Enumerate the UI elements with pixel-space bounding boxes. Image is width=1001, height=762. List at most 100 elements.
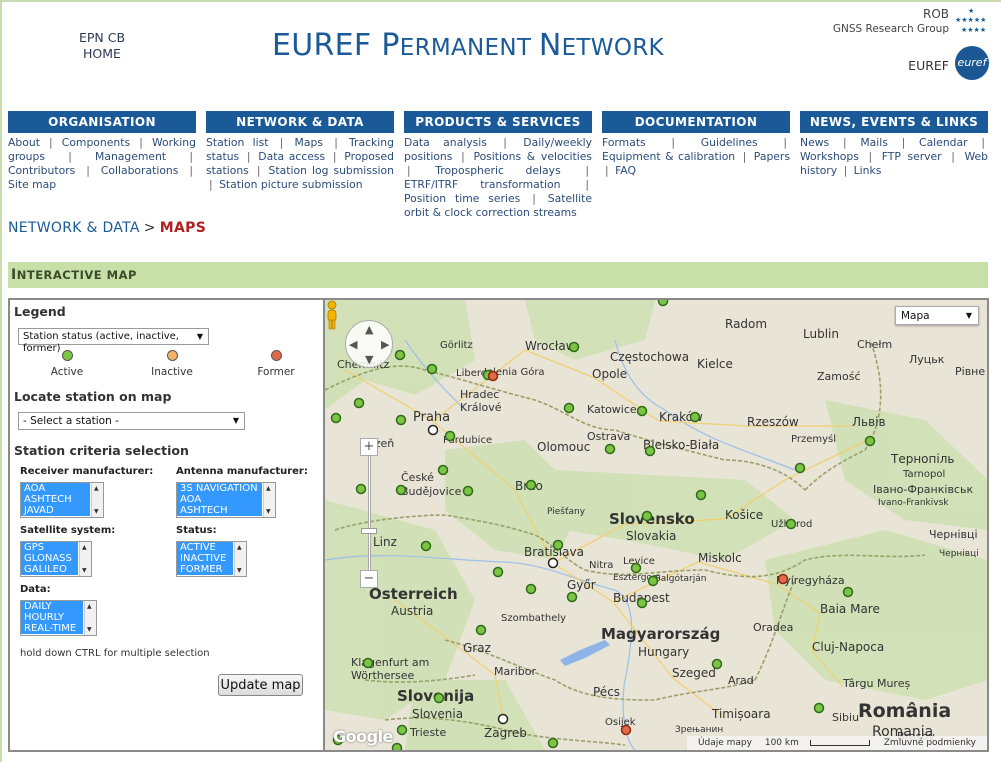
update-map-button[interactable]: Update map <box>218 674 303 696</box>
antenna-listbox[interactable]: 3S NAVIGATION AOA ASHTECH ▲ ▼ <box>176 482 276 518</box>
breadcrumb-parent[interactable]: NETWORK & DATA <box>8 220 140 236</box>
station-marker-active[interactable] <box>785 518 797 530</box>
listbox-option[interactable]: FORMER <box>177 564 233 575</box>
nav-link[interactable]: Positions & velocities <box>473 150 592 163</box>
station-marker-active[interactable] <box>355 483 367 495</box>
pan-up-icon[interactable]: ▲ <box>365 323 373 336</box>
nav-link[interactable]: Workshops <box>800 150 859 163</box>
scroll-up-icon[interactable]: ▲ <box>94 485 99 492</box>
listbox-option[interactable]: ASHTECH <box>177 505 262 516</box>
station-marker-active[interactable] <box>563 402 575 414</box>
scroll-up-icon[interactable]: ▲ <box>87 603 92 610</box>
nav-link[interactable]: FAQ <box>615 164 636 177</box>
legend-status-select[interactable]: Station status (active, inactive, former… <box>18 328 209 354</box>
google-logo[interactable]: Google <box>333 727 393 746</box>
station-marker-active[interactable] <box>641 510 653 522</box>
nav-link[interactable]: Calendar <box>919 136 968 149</box>
station-marker-active[interactable] <box>475 624 487 636</box>
listbox-option[interactable]: GALILEO <box>21 564 78 575</box>
station-marker-active[interactable] <box>420 540 432 552</box>
nav-link[interactable]: Data access <box>258 150 325 163</box>
city-marker[interactable] <box>427 424 439 436</box>
station-marker-former[interactable] <box>487 370 499 382</box>
map-canvas[interactable]: Radom Lublin Chełm Görlitz Wrocław Częstochow… <box>325 300 988 750</box>
listbox-scrollbar[interactable]: ▲ ▼ <box>91 483 103 517</box>
status-listbox[interactable]: ACTIVE INACTIVE FORMER ▲ ▼ <box>176 541 247 577</box>
station-marker-active[interactable] <box>391 742 403 751</box>
station-marker-active[interactable] <box>525 583 537 595</box>
nav-tab[interactable]: DOCUMENTATION <box>602 111 790 133</box>
euref-logo[interactable]: euref <box>955 46 989 80</box>
nav-link[interactable]: Mails <box>860 136 888 149</box>
nav-link[interactable]: Formats <box>602 136 646 149</box>
epn-cb-home-link[interactable]: EPN CB HOME <box>62 30 142 62</box>
pan-control[interactable]: ▲ ▼ ◀ ▶ <box>345 320 393 368</box>
listbox-option[interactable]: ASHTECH <box>21 494 90 505</box>
nav-link[interactable]: News <box>800 136 829 149</box>
nav-link[interactable]: Position time series <box>404 192 520 205</box>
station-marker-active[interactable] <box>437 464 449 476</box>
station-marker-active[interactable] <box>566 591 578 603</box>
rob-block[interactable]: ROB GNSS Research Group <box>833 7 949 37</box>
listbox-option[interactable]: GPS <box>21 542 78 553</box>
listbox-scrollbar[interactable]: ▲ ▼ <box>84 601 96 635</box>
station-marker-active[interactable] <box>568 341 580 353</box>
city-marker[interactable] <box>547 557 559 569</box>
pan-down-icon[interactable]: ▼ <box>365 353 373 366</box>
station-marker-active[interactable] <box>395 414 407 426</box>
city-marker[interactable] <box>497 713 509 725</box>
nav-link[interactable]: ETRF/ITRF transformation <box>404 178 560 191</box>
nav-tab[interactable]: NETWORK & DATA <box>206 111 394 133</box>
listbox-scrollbar[interactable]: ▲ ▼ <box>263 483 275 517</box>
station-marker-active[interactable] <box>462 485 474 497</box>
station-marker-active[interactable] <box>695 489 707 501</box>
gnss-group-label[interactable]: GNSS Research Group <box>833 22 949 37</box>
station-marker-active[interactable] <box>362 657 374 669</box>
listbox-scrollbar[interactable]: ▲ ▼ <box>234 542 246 576</box>
listbox-option[interactable]: INACTIVE <box>177 553 233 564</box>
nav-link[interactable]: FTP server <box>882 150 942 163</box>
nav-link[interactable]: Management <box>95 150 166 163</box>
station-marker-active[interactable] <box>842 586 854 598</box>
listbox-option[interactable]: DAILY <box>21 601 83 612</box>
scroll-down-icon[interactable]: ▼ <box>266 508 271 515</box>
euref-label[interactable]: EUREF <box>908 58 949 73</box>
nav-link[interactable]: Components <box>62 136 130 149</box>
station-marker-active[interactable] <box>636 405 648 417</box>
station-select[interactable]: - Select a station - ▼ <box>18 412 245 430</box>
station-marker-active[interactable] <box>630 562 642 574</box>
nav-link[interactable]: Site map <box>8 178 56 191</box>
station-marker-former[interactable] <box>777 573 789 585</box>
listbox-scrollbar[interactable]: ▲ ▼ <box>79 542 91 576</box>
nav-link[interactable]: Tropospheric delays <box>435 164 560 177</box>
scroll-up-icon[interactable]: ▲ <box>82 544 87 551</box>
scroll-down-icon[interactable]: ▼ <box>237 567 242 574</box>
nav-tab[interactable]: NEWS, EVENTS & LINKS <box>800 111 988 133</box>
listbox-option[interactable]: ACTIVE <box>177 542 233 553</box>
station-marker-active[interactable] <box>604 443 616 455</box>
pegman-icon[interactable] <box>325 300 339 330</box>
nav-link[interactable]: Papers <box>754 150 790 163</box>
listbox-option[interactable]: AOA <box>177 494 262 505</box>
station-marker-active[interactable] <box>492 566 504 578</box>
zoom-slider-track[interactable] <box>368 455 371 577</box>
nav-link[interactable]: Station log submission <box>269 164 394 177</box>
nav-link[interactable]: Guidelines <box>701 136 758 149</box>
scroll-down-icon[interactable]: ▼ <box>82 567 87 574</box>
rob-stars-logo[interactable]: ★ ★★★★★ ★★★★ <box>953 5 989 37</box>
data-listbox[interactable]: DAILY HOURLY REAL-TIME ▲ ▼ <box>20 600 97 636</box>
nav-link[interactable]: Station picture submission <box>219 178 363 191</box>
listbox-option[interactable]: JAVAD <box>21 505 90 516</box>
home-label[interactable]: HOME <box>62 46 142 62</box>
nav-link[interactable]: Links <box>854 164 882 177</box>
satellite-listbox[interactable]: GPS GLONASS GALILEO ▲ ▼ <box>20 541 92 577</box>
listbox-option[interactable]: AOA <box>21 483 90 494</box>
station-marker-active[interactable] <box>444 430 456 442</box>
station-marker-active[interactable] <box>636 597 648 609</box>
epn-cb-label[interactable]: EPN CB <box>62 30 142 46</box>
station-marker-active[interactable] <box>426 363 438 375</box>
station-marker-active[interactable] <box>525 479 537 491</box>
scroll-down-icon[interactable]: ▼ <box>94 508 99 515</box>
station-marker-active[interactable] <box>711 658 723 670</box>
station-marker-active[interactable] <box>547 737 559 749</box>
